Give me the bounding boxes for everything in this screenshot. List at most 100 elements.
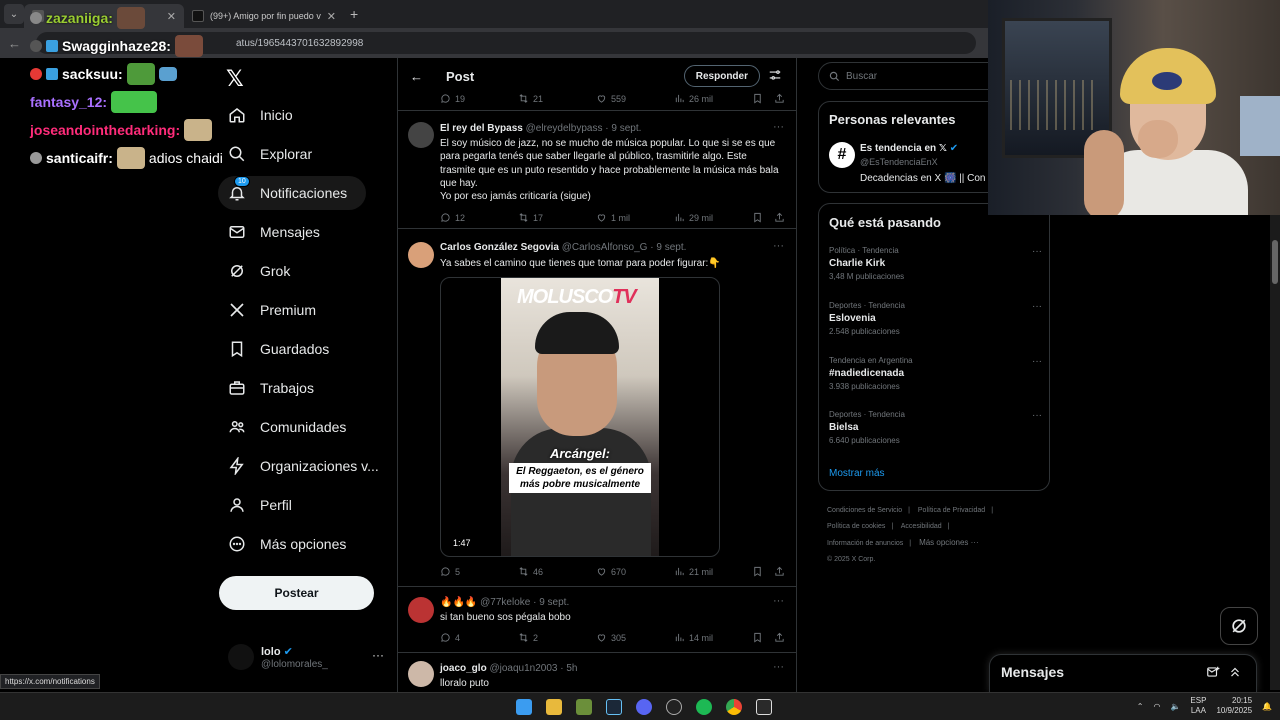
more-dots-icon[interactable]: ···	[1032, 246, 1042, 257]
reply-handle[interactable]: @77keloke	[480, 597, 530, 608]
relevant-handle[interactable]: @EsTendenciaEnX	[860, 157, 938, 167]
footer-link[interactable]: Política de Privacidad	[918, 507, 985, 514]
share-action[interactable]	[774, 566, 785, 577]
sliders-icon[interactable]	[768, 68, 782, 82]
nav-item-mas-opciones[interactable]: Más opciones	[218, 527, 356, 561]
nav-item-organizaciones[interactable]: Organizaciones v...	[218, 449, 389, 483]
windows-start-icon[interactable]	[512, 696, 536, 718]
footer-link[interactable]: Información de anuncios	[827, 540, 903, 547]
discord-icon[interactable]	[632, 696, 656, 718]
obs-icon[interactable]	[662, 696, 686, 718]
share-action[interactable]	[774, 93, 785, 104]
clock[interactable]: 20:15 10/9/2025	[1216, 696, 1252, 716]
back-arrow-icon[interactable]: ←	[8, 36, 28, 51]
nav-item-notificaciones[interactable]: 10 Notificaciones	[218, 176, 366, 210]
scrollbar-thumb[interactable]	[1272, 240, 1278, 284]
repost-action[interactable]: 2	[518, 632, 538, 643]
repost-action[interactable]: 46	[518, 566, 543, 577]
reply-button[interactable]: Responder	[683, 65, 760, 87]
bookmark-action[interactable]	[752, 212, 763, 223]
views-action[interactable]: 14 mil	[674, 632, 713, 643]
trend-item[interactable]: Tendencia en Argentina #nadiedicenada 3.…	[829, 356, 1044, 406]
like-action[interactable]: 670	[596, 566, 626, 577]
reply-handle[interactable]: @elreydelbypass	[526, 123, 603, 134]
language-indicator[interactable]: ESP LAA	[1190, 696, 1206, 716]
like-action[interactable]: 305	[596, 632, 626, 643]
more-dots-icon[interactable]: ···	[773, 661, 784, 673]
views-action[interactable]: 26 mil	[674, 93, 713, 104]
nav-item-trabajos[interactable]: Trabajos	[218, 371, 324, 405]
nav-item-mensajes[interactable]: Mensajes	[218, 215, 330, 249]
reply-post[interactable]: El rey del Bypass @elreydelbypass · 9 se…	[398, 111, 796, 229]
reply-author[interactable]: El rey del Bypass	[440, 123, 523, 134]
reply-handle[interactable]: @CarlosAlfonso_G	[562, 242, 648, 253]
repost-action[interactable]: 17	[518, 212, 543, 223]
trend-item[interactable]: Política · Tendencia Charlie Kirk 3,48 M…	[829, 246, 1044, 296]
relevant-name[interactable]: Es tendencia en 𝕏 ✔	[860, 143, 958, 154]
grok-floating-button[interactable]	[1220, 607, 1258, 645]
reply-action[interactable]: 5	[440, 566, 460, 577]
speaker-icon[interactable]: 🔈	[1170, 702, 1180, 711]
hashtag-avatar-icon[interactable]: #	[829, 142, 855, 168]
bookmark-action[interactable]	[752, 93, 763, 104]
bookmark-action[interactable]	[752, 566, 763, 577]
more-dots-icon[interactable]: ···	[773, 595, 784, 607]
share-action[interactable]	[774, 632, 785, 643]
account-switcher[interactable]: lolo ✔ @lolomorales_ ···	[228, 644, 388, 676]
nav-item-comunidades[interactable]: Comunidades	[218, 410, 356, 444]
reply-handle[interactable]: @joaqu1n2003	[489, 663, 557, 674]
steam-icon[interactable]	[602, 696, 626, 718]
nav-item-grok[interactable]: Grok	[218, 254, 300, 288]
close-tab-icon[interactable]: ✕	[327, 10, 336, 23]
wifi-icon[interactable]: ◠	[1153, 702, 1160, 711]
more-dots-icon[interactable]: ···	[1032, 410, 1042, 421]
post-button[interactable]: Postear	[219, 576, 374, 610]
views-action[interactable]: 29 mil	[674, 212, 713, 223]
reply-post[interactable]: 🔥🔥🔥 @77keloke · 9 sept. ··· si tan bueno…	[398, 587, 796, 653]
nav-item-guardados[interactable]: Guardados	[218, 332, 339, 366]
footer-link[interactable]: Condiciones de Servicio	[827, 507, 902, 514]
reply-action[interactable]: 19	[440, 93, 465, 104]
more-dots-icon[interactable]: ···	[1032, 356, 1042, 367]
chevron-up-icon[interactable]: ⌃	[1137, 702, 1144, 711]
show-more-link[interactable]: Mostrar más	[829, 468, 885, 479]
notifications-icon[interactable]: 🔔	[1262, 702, 1272, 711]
more-dots-icon[interactable]: ···	[773, 240, 784, 252]
avatar[interactable]	[408, 597, 434, 623]
avatar[interactable]	[408, 242, 434, 268]
epic-games-icon[interactable]	[752, 696, 776, 718]
like-action[interactable]: 1 mil	[596, 212, 630, 223]
avatar[interactable]	[408, 122, 434, 148]
more-dots-icon[interactable]: ···	[773, 121, 784, 133]
nav-item-premium[interactable]: Premium	[218, 293, 326, 327]
share-action[interactable]	[774, 212, 785, 223]
trend-item[interactable]: Deportes · Tendencia Bielsa 6.640 public…	[829, 410, 1044, 460]
reply-date[interactable]: · 9 sept.	[605, 123, 641, 134]
tab-search-button[interactable]: ⌄	[4, 4, 24, 24]
new-tab-icon[interactable]: +	[350, 6, 358, 22]
reply-author[interactable]: joaco_glo	[440, 663, 487, 674]
file-explorer-icon[interactable]	[542, 696, 566, 718]
reply-date[interactable]: · 9 sept.	[533, 597, 569, 608]
footer-link[interactable]: Más opciones ···	[919, 538, 979, 547]
repost-action[interactable]: 21	[518, 93, 543, 104]
reply-action[interactable]: 12	[440, 212, 465, 223]
like-action[interactable]: 559	[596, 93, 626, 104]
nav-item-perfil[interactable]: Perfil	[218, 488, 302, 522]
video-player[interactable]: MOLUSCOTV Arcángel: El Reggaeton, es el …	[440, 277, 720, 557]
footer-link[interactable]: Accesibilidad	[901, 523, 942, 530]
avatar[interactable]	[408, 661, 434, 687]
more-dots-icon[interactable]: ···	[1032, 301, 1042, 312]
views-action[interactable]: 21 mil	[674, 566, 713, 577]
reply-date[interactable]: · 9 sept.	[650, 242, 686, 253]
new-message-icon[interactable]	[1206, 665, 1220, 679]
chevron-up-icon[interactable]	[1228, 665, 1242, 679]
minecraft-icon[interactable]	[572, 696, 596, 718]
reply-post[interactable]: Carlos González Segovia @CarlosAlfonso_G…	[398, 229, 796, 587]
bookmark-action[interactable]	[752, 632, 763, 643]
chrome-icon[interactable]	[722, 696, 746, 718]
reply-date[interactable]: · 5h	[560, 663, 577, 674]
trend-item[interactable]: Deportes · Tendencia Eslovenia 2.548 pub…	[829, 301, 1044, 351]
messages-drawer[interactable]: Mensajes	[989, 654, 1257, 692]
back-arrow-icon[interactable]: ←	[410, 69, 432, 84]
